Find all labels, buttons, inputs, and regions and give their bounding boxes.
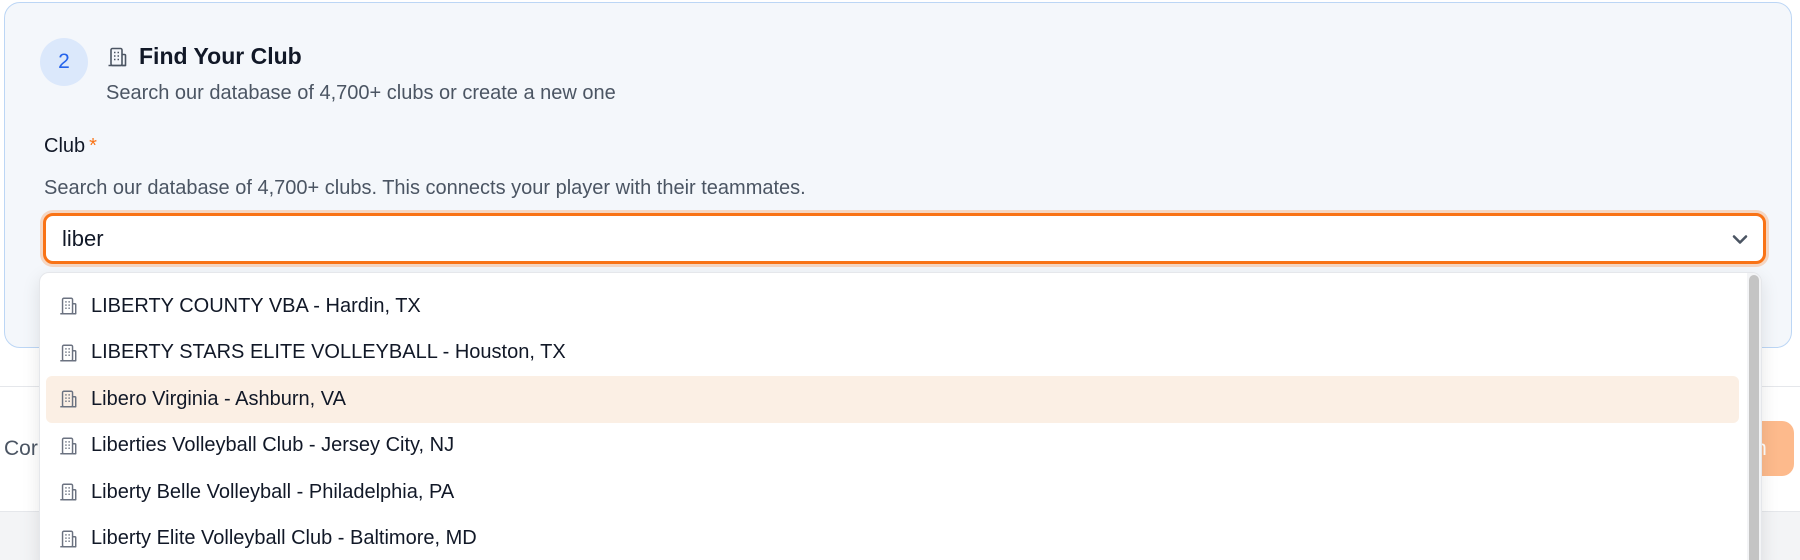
club-option-label: Liberty Belle Volleyball - Philadelphia,… bbox=[91, 480, 455, 503]
club-option-label: Libero Virginia - Ashburn, VA bbox=[91, 387, 346, 410]
club-option[interactable]: Liberty Elite Volleyball Club - Baltimor… bbox=[46, 516, 1739, 560]
building-icon bbox=[57, 481, 79, 503]
chevron-down-icon[interactable] bbox=[1729, 228, 1751, 250]
step-number-badge: 2 bbox=[40, 38, 88, 86]
card-title: Find Your Club bbox=[139, 43, 302, 69]
building-icon bbox=[57, 342, 79, 364]
card-subtitle: Search our database of 4,700+ clubs or c… bbox=[106, 82, 616, 104]
page: Cor n 2 Find Your Club Search our databa… bbox=[0, 0, 1800, 560]
club-option[interactable]: LIBERTY COUNTY VBA - Hardin, TX bbox=[46, 283, 1739, 330]
scrollbar-track[interactable] bbox=[1747, 273, 1761, 560]
club-option[interactable]: LIBERTY STARS ELITE VOLLEYBALL - Houston… bbox=[46, 330, 1739, 377]
required-mark: * bbox=[89, 135, 97, 157]
scrollbar-thumb[interactable] bbox=[1749, 275, 1759, 560]
club-option[interactable]: Liberties Volleyball Club - Jersey City,… bbox=[46, 423, 1739, 470]
club-search-box[interactable] bbox=[43, 213, 1766, 264]
building-icon bbox=[57, 435, 79, 457]
club-option-label: LIBERTY COUNTY VBA - Hardin, TX bbox=[91, 294, 421, 317]
club-label-text: Club bbox=[44, 135, 86, 157]
club-results-dropdown: LIBERTY COUNTY VBA - Hardin, TX LIBERTY S… bbox=[39, 272, 1762, 560]
club-option-label: Liberties Volleyball Club - Jersey City,… bbox=[91, 434, 455, 457]
club-field-label: Club * bbox=[44, 135, 97, 158]
card-header: Find Your Club bbox=[105, 43, 302, 70]
building-icon bbox=[57, 295, 79, 317]
club-option-label: Liberty Elite Volleyball Club - Baltimor… bbox=[91, 527, 477, 550]
footer-text: Cor bbox=[4, 437, 38, 460]
building-icon bbox=[57, 388, 79, 410]
building-icon bbox=[57, 528, 79, 550]
club-option[interactable]: Liberty Belle Volleyball - Philadelphia,… bbox=[46, 469, 1739, 516]
club-option-label: LIBERTY STARS ELITE VOLLEYBALL - Houston… bbox=[91, 341, 566, 364]
club-field-help: Search our database of 4,700+ clubs. Thi… bbox=[44, 177, 806, 199]
building-icon bbox=[105, 45, 129, 69]
club-option[interactable]: Libero Virginia - Ashburn, VA bbox=[46, 376, 1739, 423]
club-search-input[interactable] bbox=[62, 216, 1702, 261]
club-results-list: LIBERTY COUNTY VBA - Hardin, TX LIBERTY S… bbox=[40, 283, 1740, 560]
